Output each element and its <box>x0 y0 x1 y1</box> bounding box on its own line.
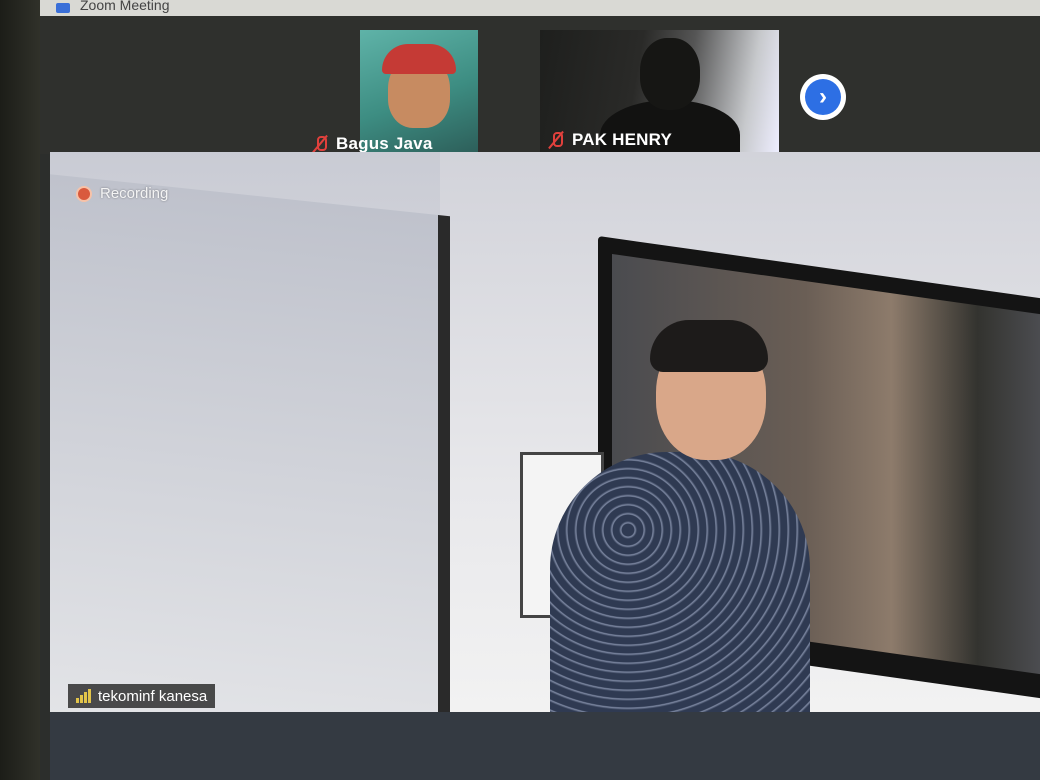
speaker-name: tekominf kanesa <box>98 687 208 705</box>
video-speaker-body <box>550 452 810 712</box>
zoom-window: Zoom Meeting Bagus Java PAK HENRY › Reco… <box>40 0 1040 780</box>
participant-head <box>640 38 700 110</box>
meeting-controls-bar <box>50 712 1040 780</box>
title-bar: Zoom Meeting <box>40 0 1040 16</box>
active-speaker-video: Recording tekominf kanesa <box>50 152 1040 712</box>
video-speaker-hair <box>650 320 768 372</box>
window-title: Zoom Meeting <box>80 0 170 13</box>
zoom-app-icon <box>56 3 70 13</box>
recording-indicator: Recording <box>76 185 168 202</box>
gallery-strip: Bagus Java PAK HENRY › <box>40 16 1040 154</box>
participant-name: PAK HENRY <box>572 130 673 149</box>
video-whiteboard <box>50 174 450 712</box>
next-page-button[interactable]: › <box>800 74 846 120</box>
recording-label: Recording <box>100 185 169 202</box>
participant-cap <box>382 44 456 74</box>
muted-mic-icon <box>312 134 328 154</box>
recording-dot-icon <box>76 185 92 202</box>
signal-bars-icon <box>76 689 92 703</box>
participant-label-bagus: Bagus Java <box>312 134 433 154</box>
speaker-name-tag: tekominf kanesa <box>68 684 216 708</box>
participant-name: Bagus Java <box>336 134 433 153</box>
participant-label-henry: PAK HENRY <box>548 130 672 150</box>
chevron-right-icon: › <box>805 79 841 115</box>
muted-mic-icon <box>548 130 564 150</box>
